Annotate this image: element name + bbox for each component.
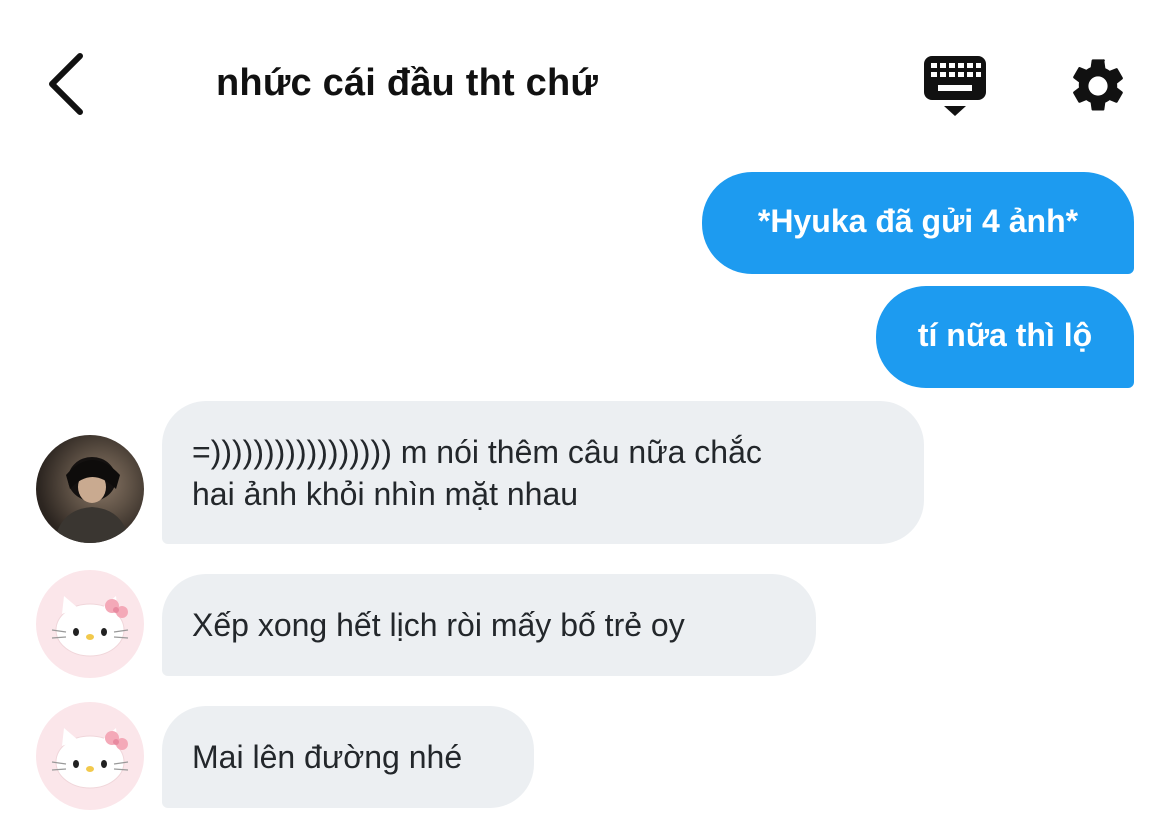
received-message-bubble[interactable]: Xếp xong hết lịch ròi mấy bố trẻ oy [162,574,816,676]
message-text: Xếp xong hết lịch ròi mấy bố trẻ oy [192,607,685,643]
received-message-bubble[interactable]: =))))))))))))))))) m nói thêm câu nữa ch… [162,401,924,544]
hello-kitty-icon [51,596,129,657]
settings-button[interactable] [1066,54,1130,118]
message-text-line: hai ảnh khỏi nhìn mặt nhau [192,476,579,512]
message-text: *Hyuka đã gửi 4 ảnh* [757,203,1079,239]
sender-avatar-kitty[interactable] [36,702,144,810]
gear-icon [1073,59,1123,111]
chat-title: nhức cái đầu tht chứ [216,62,599,104]
back-button[interactable] [40,50,100,120]
sender-avatar-kitty[interactable] [36,570,144,678]
received-message-bubble[interactable]: Mai lên đường nhé [162,706,534,808]
message-text: Mai lên đường nhé [192,739,463,775]
keyboard-icon [924,56,986,116]
sent-message-bubble[interactable]: *Hyuka đã gửi 4 ảnh* [702,172,1134,274]
chevron-left-icon [49,53,83,115]
keyboard-button[interactable] [920,52,990,120]
person-photo-icon [54,457,130,543]
message-text: tí nữa thì lộ [917,317,1093,353]
hello-kitty-icon [51,728,129,789]
chat-header: nhức cái đầu tht chứ [0,0,1170,150]
sender-avatar-photo[interactable] [36,435,144,543]
message-text-line: =))))))))))))))))) m nói thêm câu nữa ch… [192,434,762,470]
sent-message-bubble[interactable]: tí nữa thì lộ [876,286,1134,388]
